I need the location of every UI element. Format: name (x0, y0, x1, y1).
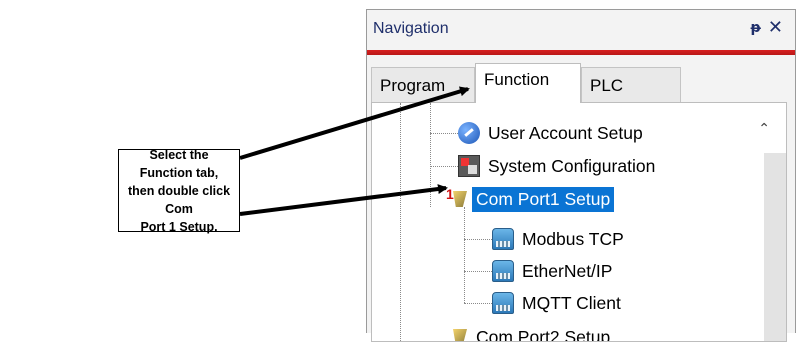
tab-function[interactable]: Function (475, 63, 581, 103)
arrow-to-function-tab (240, 89, 468, 158)
arrow-to-com-port1-setup (240, 188, 446, 214)
com-port-icon (446, 326, 468, 342)
tree-item-label: Com Port2 Setup (472, 327, 614, 342)
tree-item-com-port2-setup[interactable]: Com Port2 Setup (446, 323, 614, 342)
callout-arrows (0, 0, 805, 324)
